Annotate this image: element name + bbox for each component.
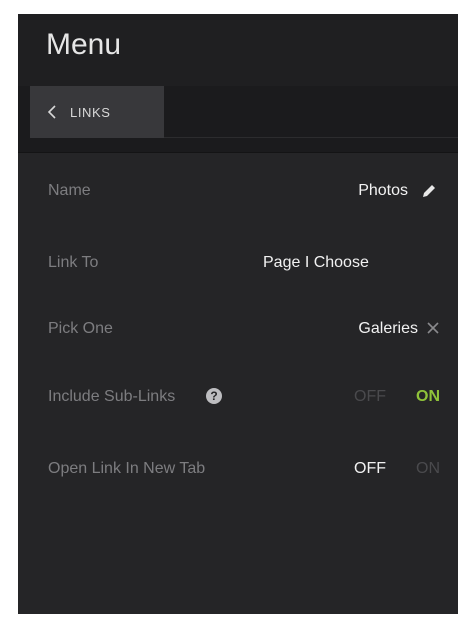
- include-sub-links-off[interactable]: OFF: [354, 388, 386, 406]
- chevron-left-icon: [46, 103, 58, 121]
- open-new-tab-on[interactable]: ON: [416, 460, 440, 478]
- links-back-label: LINKS: [70, 104, 111, 120]
- links-back-button[interactable]: LINKS: [30, 86, 164, 138]
- pick-one-row: Pick One Galeries: [18, 310, 458, 350]
- page-title: Menu: [46, 28, 122, 61]
- name-value[interactable]: Photos: [358, 182, 408, 200]
- open-new-tab-off[interactable]: OFF: [354, 460, 386, 478]
- name-label: Name: [48, 182, 91, 199]
- name-row: Name Photos: [18, 172, 458, 212]
- close-icon[interactable]: [426, 321, 444, 339]
- link-to-row: Link To Page I Choose: [18, 244, 458, 284]
- help-icon[interactable]: ?: [206, 388, 222, 404]
- pencil-icon[interactable]: [420, 182, 438, 200]
- panel-header: Menu: [18, 14, 458, 86]
- tab-divider: [164, 137, 458, 138]
- include-sub-links-on[interactable]: ON: [416, 388, 440, 406]
- include-sub-links-row: Include Sub-Links ? OFF ON: [18, 378, 458, 418]
- tab-bar: LINKS: [18, 86, 458, 153]
- link-to-label: Link To: [48, 254, 99, 271]
- open-new-tab-label: Open Link In New Tab: [48, 460, 206, 477]
- link-to-select[interactable]: Page I Choose: [263, 254, 369, 272]
- menu-panel: Menu LINKS Name Photos Link To Page I Ch…: [18, 14, 458, 614]
- include-sub-links-label: Include Sub-Links: [48, 388, 176, 405]
- pick-one-value[interactable]: Galeries: [358, 320, 418, 338]
- open-new-tab-row: Open Link In New Tab OFF ON: [18, 450, 458, 490]
- pick-one-label: Pick One: [48, 320, 113, 337]
